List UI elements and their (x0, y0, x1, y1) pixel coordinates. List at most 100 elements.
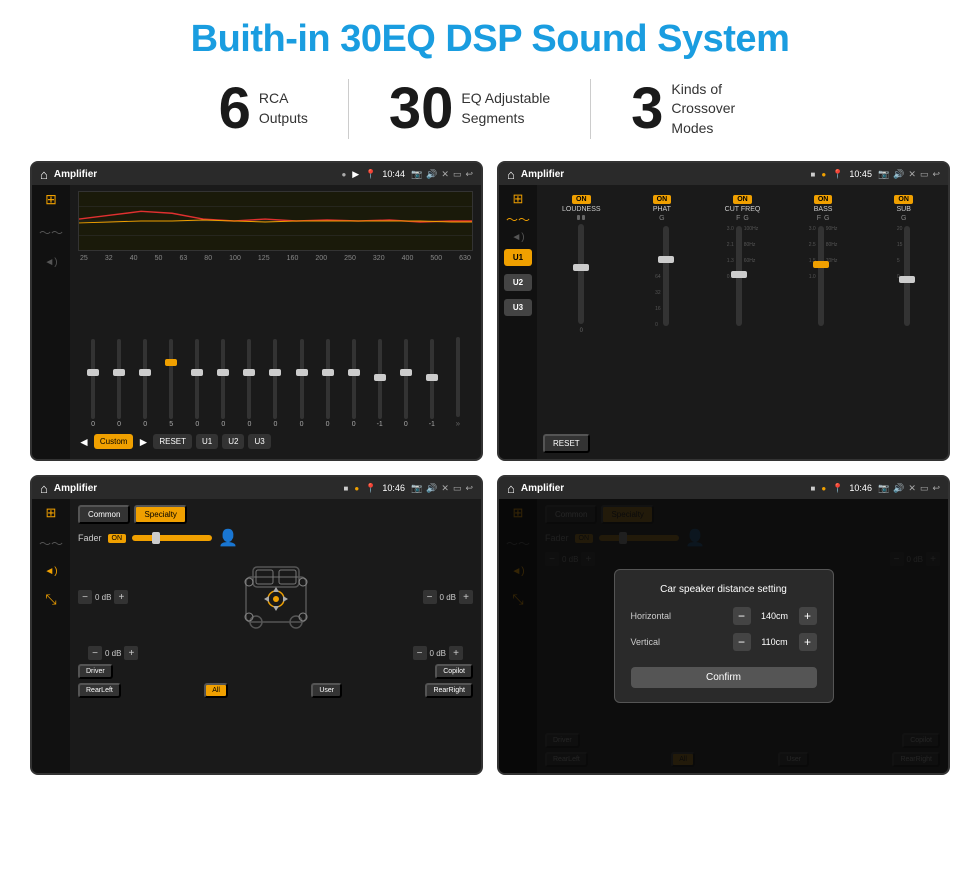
wave-icon-s2[interactable]: 〜〜 (506, 211, 530, 228)
all-btn[interactable]: All (204, 683, 228, 698)
rearleft-btn[interactable]: RearLeft (78, 683, 121, 698)
close-icon-s4[interactable]: ✕ (908, 483, 916, 494)
camera-icon-s3: 📷 (411, 483, 422, 494)
play-icon[interactable]: ▶ (352, 169, 359, 180)
eq-filter-icon-s3[interactable]: ⊞ (46, 505, 57, 521)
fader-slider[interactable] (132, 535, 212, 541)
back-icon[interactable]: ↩ (465, 169, 473, 180)
volume-icon-s4: 🔊 (893, 483, 904, 494)
eq-slider-11[interactable]: 0 (341, 339, 367, 428)
eq-slider-7[interactable]: 0 (236, 339, 262, 428)
speaker-l-icon[interactable]: ◄) (44, 257, 57, 268)
minimize-icon[interactable]: ▭ (453, 169, 462, 180)
volume-icon-s3: 🔊 (426, 483, 437, 494)
minimize-icon-s4[interactable]: ▭ (920, 483, 929, 494)
eq-filter-icon-s2[interactable]: ⊞ (513, 191, 524, 207)
screen1-title: Amplifier (54, 169, 336, 180)
db-control-fr[interactable]: − 0 dB + (423, 590, 473, 604)
screen3-time: 10:46 (382, 483, 405, 493)
preset-u3[interactable]: U3 (504, 299, 532, 316)
dot-icon: ● (341, 170, 346, 179)
eq-slider-12[interactable]: -1 (367, 339, 393, 428)
camera-icon: 📷 (411, 169, 422, 180)
eq-slider-6[interactable]: 0 (210, 339, 236, 428)
vertical-plus-btn[interactable]: + (799, 633, 817, 651)
speaker-icon-s3[interactable]: ◄) (44, 566, 57, 577)
home-icon-s4[interactable]: ⌂ (507, 481, 515, 496)
driver-btn[interactable]: Driver (78, 664, 113, 679)
db-control-rr[interactable]: − 0 dB + (413, 646, 463, 660)
dialog-title: Car speaker distance setting (631, 584, 817, 595)
stat-crossover: 3 Kinds of Crossover Modes (591, 80, 801, 139)
dialog-overlay: Car speaker distance setting Horizontal … (499, 499, 948, 773)
vertical-label: Vertical (631, 637, 661, 647)
screen4-title: Amplifier (521, 483, 805, 494)
preset-u2[interactable]: U2 (504, 274, 532, 291)
distance-dialog: Car speaker distance setting Horizontal … (614, 569, 834, 703)
horizontal-minus-btn[interactable]: − (733, 607, 751, 625)
back-icon-s4[interactable]: ↩ (932, 483, 940, 494)
reset-btn-s2[interactable]: RESET (543, 434, 590, 453)
eq-slider-14[interactable]: -1 (419, 339, 445, 428)
tab-specialty[interactable]: Specialty (134, 505, 186, 524)
db-control-fl[interactable]: − 0 dB + (78, 590, 128, 604)
home-icon[interactable]: ⌂ (40, 167, 48, 182)
camera-icon-s2: 📷 (878, 169, 889, 180)
copilot-btn[interactable]: Copilot (435, 664, 473, 679)
vertical-minus-btn[interactable]: − (733, 633, 751, 651)
user-btn[interactable]: User (311, 683, 342, 698)
custom-btn[interactable]: Custom (94, 434, 134, 449)
eq-slider-2[interactable]: 0 (106, 339, 132, 428)
horizontal-plus-btn[interactable]: + (799, 607, 817, 625)
minimize-icon-s2[interactable]: ▭ (920, 169, 929, 180)
stat-desc-eq: EQ Adjustable Segments (461, 89, 550, 128)
camera-icon-s4: 📷 (878, 483, 889, 494)
vertical-value: 110cm (755, 637, 795, 647)
eq-slider-13[interactable]: 0 (393, 339, 419, 428)
stat-number-30: 30 (389, 80, 454, 138)
u3-btn[interactable]: U3 (248, 434, 270, 449)
eq-slider-15[interactable]: » (445, 337, 471, 428)
prev-btn[interactable]: ◄ (78, 435, 90, 449)
screen-fader: ⌂ Amplifier ■ ● 📍 10:46 📷 🔊 ✕ ▭ ↩ ⊞ 〜〜 (30, 475, 483, 775)
next-btn[interactable]: ► (137, 435, 149, 449)
u2-btn[interactable]: U2 (222, 434, 244, 449)
eq-slider-5[interactable]: 0 (184, 339, 210, 428)
wave-icon-s3[interactable]: 〜〜 (39, 535, 63, 552)
horizontal-value: 140cm (755, 611, 795, 621)
screenshots-grid: ⌂ Amplifier ● ▶ 📍 10:44 📷 🔊 ✕ ▭ ↩ ⊞ 〜〜 (30, 161, 950, 775)
eq-slider-8[interactable]: 0 (262, 339, 288, 428)
u1-btn[interactable]: U1 (196, 434, 218, 449)
back-icon-s2[interactable]: ↩ (932, 169, 940, 180)
eq-slider-3[interactable]: 0 (132, 339, 158, 428)
reset-btn[interactable]: RESET (153, 434, 192, 449)
horizontal-label: Horizontal (631, 611, 672, 621)
home-icon-s2[interactable]: ⌂ (507, 167, 515, 182)
wave-icon[interactable]: 〜〜 (39, 224, 63, 241)
eq-slider-1[interactable]: 0 (80, 339, 106, 428)
stats-row: 6 RCA Outputs 30 EQ Adjustable Segments … (30, 79, 950, 139)
stat-rca: 6 RCA Outputs (179, 80, 348, 138)
minimize-icon-s3[interactable]: ▭ (453, 483, 462, 494)
tab-common[interactable]: Common (78, 505, 130, 524)
preset-u1[interactable]: U1 (504, 249, 532, 266)
eq-slider-10[interactable]: 0 (315, 339, 341, 428)
home-icon-s3[interactable]: ⌂ (40, 481, 48, 496)
back-icon-s3[interactable]: ↩ (465, 483, 473, 494)
eq-slider-9[interactable]: 0 (289, 339, 315, 428)
rearright-btn[interactable]: RearRight (425, 683, 473, 698)
expand-icon-s3[interactable]: ⤡ (45, 591, 56, 608)
close-icon-s2[interactable]: ✕ (908, 169, 916, 180)
speaker-icon-s2[interactable]: ◄) (511, 232, 524, 243)
eq-filter-icon[interactable]: ⊞ (45, 191, 57, 208)
eq-slider-4[interactable]: 5 (158, 339, 184, 428)
screen2-time: 10:45 (849, 169, 872, 179)
db-control-rl[interactable]: − 0 dB + (88, 646, 138, 660)
stat-desc-crossover: Kinds of Crossover Modes (671, 80, 761, 139)
screen-dialog: ⌂ Amplifier ■ ● 📍 10:46 📷 🔊 ✕ ▭ ↩ ⊞ 〜 (497, 475, 950, 775)
confirm-button[interactable]: Confirm (631, 667, 817, 688)
screen2-title: Amplifier (521, 169, 805, 180)
close-icon[interactable]: ✕ (441, 169, 449, 180)
close-icon-s3[interactable]: ✕ (441, 483, 449, 494)
screen-eq: ⌂ Amplifier ● ▶ 📍 10:44 📷 🔊 ✕ ▭ ↩ ⊞ 〜〜 (30, 161, 483, 461)
